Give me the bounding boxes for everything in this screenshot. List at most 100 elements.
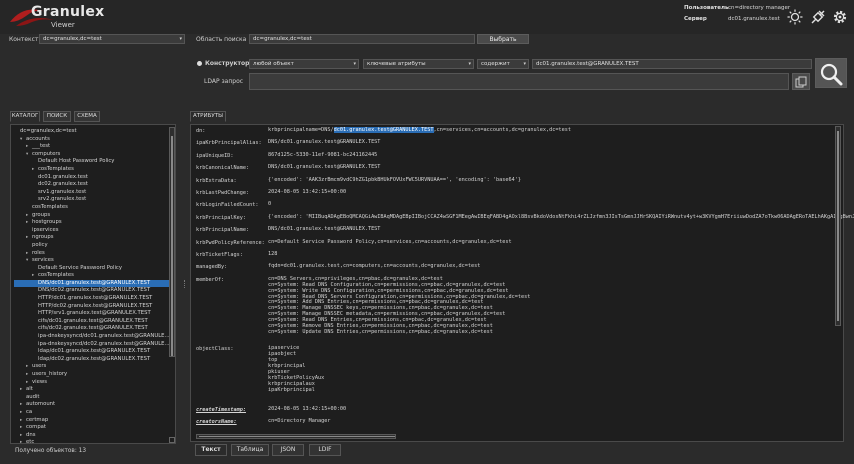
tree-item[interactable]: ▸ groups [14,212,170,220]
tab-text[interactable]: Текст [195,444,227,456]
attribute-value[interactable]: 2024-08-05 13:42:15+00:00 [268,406,346,413]
tree-item-label: HTTP/dc01.granulex.test@GRANULEX.TEST [38,295,153,302]
tree-item[interactable]: ▸ users [14,363,170,371]
attribute-value[interactable]: 0 [268,201,272,208]
tree-item[interactable]: ▸ hostgroups [14,219,170,227]
attribute-value[interactable]: ipaservice ipaobject top krbprincipal pkiuse… [268,345,324,393]
user-info: Пользовательcn=directory manager Сервер d… [684,3,794,25]
attribute-key: creatorsName: [196,419,237,426]
tree-item[interactable]: ▸ roles [14,250,170,258]
tree-item[interactable]: ▸ views [14,379,170,387]
tree-scrollbar-thumb[interactable] [171,136,173,356]
attribute-value[interactable]: cn=Directory Manager [268,418,330,425]
tree-item[interactable]: ▸ compat [14,424,170,432]
tab-catalog[interactable]: КАТАЛОГ [10,111,40,122]
tree-scroll-down[interactable] [169,437,175,443]
operator-select[interactable]: содержит ▾ [477,59,529,69]
tree-item[interactable]: ldap/dc01.granulex.test@GRANULEX.TEST [14,348,170,356]
tree-item[interactable]: cosTemplates [14,204,170,212]
attr-h-scrollbar[interactable] [196,434,396,439]
tab-ldif[interactable]: LDIF [309,444,341,456]
attributes-select[interactable]: ключевые атрибуты ▾ [363,59,474,69]
objects-count-status: Получено объектов: 13 [15,448,87,454]
tree-item[interactable]: ▾ accounts [14,136,170,144]
tree-item[interactable]: dc02.granulex.test [14,181,170,189]
tab-attributes[interactable]: АТРИБУТЫ [190,111,226,122]
query-value-input[interactable]: dc01.granulex.test@GRANULEX.TEST [532,59,812,69]
tree-item[interactable]: ▸ cosTemplates [14,272,170,280]
tree-item[interactable]: cifs/dc02.granulex.test@GRANULEX.TEST [14,325,170,333]
magnifier-icon [820,63,843,86]
attribute-value[interactable]: {'encoded': 'MIIBuqADAgEBoQMCAQGiAwIBAqM… [268,214,854,221]
tree-item[interactable]: ldap/dc02.granulex.test@GRANULEX.TEST [14,356,170,364]
attribute-value[interactable]: 2024-08-05 13:42:15+00:00 [268,189,346,196]
attr-scrollbar[interactable] [835,126,841,326]
attr-scrollbar-thumb[interactable] [837,131,839,321]
tree-item[interactable]: ▸ alt [14,386,170,394]
tree-item[interactable]: ▸ certmap [14,417,170,425]
tree-item[interactable]: audit [14,394,170,402]
tree-item[interactable]: ipa-dnskeysyncd/dc01.granulex.test@GRANU… [14,333,170,341]
tab-search[interactable]: ПОИСК [43,111,71,122]
tree-item[interactable]: HTTP/dc02.granulex.test@GRANULEX.TEST [14,303,170,311]
context-select[interactable]: dc=granulex,dc=test ▾ [39,34,185,44]
tab-schema[interactable]: СХЕМА [74,111,100,122]
tree-item[interactable]: dc01.granulex.test [14,174,170,182]
attribute-value[interactable]: {'encoded': 'AAK3zrBmcm9vdC9hZG1pbkBHUkF… [268,177,521,184]
tree-item[interactable]: ipa-dnskeysyncd/dc02.granulex.test@GRANU… [14,341,170,349]
copy-query-button[interactable] [792,73,810,90]
tree-item[interactable]: Default Host Password Policy [14,158,170,166]
tree-item-label: roles [32,249,45,256]
tree-item-label: ldap/dc02.granulex.test@GRANULEX.TEST [38,355,151,362]
attribute-value[interactable]: fqdn=dc01.granulex.test,cn=computers,cn=… [268,263,480,270]
ldap-query-input[interactable] [249,73,789,90]
attribute-value[interactable]: DNS/dc01.granulex.test@GRANULEX.TEST [268,139,380,146]
sun-icon[interactable] [787,9,803,25]
attr-h-scrollbar-thumb[interactable] [199,436,395,437]
tree-item[interactable]: ▾ services [14,257,170,265]
tree-scrollbar[interactable] [169,127,175,357]
tree-item[interactable]: DNS/dc01.granulex.test@GRANULEX.TEST [14,279,170,288]
tree-item[interactable]: srv1.granulex.test [14,189,170,197]
splitter-handle[interactable] [184,280,186,288]
choose-button[interactable]: Выбрать [477,34,529,44]
attribute-value[interactable]: 867d125c-5330-11ef-9081-bc241162445 [268,152,377,159]
attribute-value[interactable]: DNS/dc01.granulex.test@GRANULEX.TEST [268,164,380,171]
tab-table[interactable]: Таблица [231,444,269,456]
tree-item[interactable]: ▸ cosTemplates [14,166,170,174]
search-button[interactable] [815,58,847,88]
attribute-key: krbPwdPolicyReference: [196,239,265,246]
tree-item-label: Default Host Password Policy [38,158,115,165]
gear-icon[interactable] [832,9,848,25]
tree-item[interactable]: ▸ ngroups [14,234,170,242]
tab-json[interactable]: JSON [272,444,304,456]
plug-icon[interactable] [810,9,826,25]
tree-item[interactable]: HTTP/dc01.granulex.test@GRANULEX.TEST [14,295,170,303]
search-area-input[interactable]: dc=granulex,dc=test [249,34,475,44]
attribute-value[interactable]: cn=DNS Servers,cn=privileges,cn=pbac,dc=… [268,276,530,336]
object-type-select[interactable]: любой объект ▾ [249,59,359,69]
tree-item[interactable]: ▸ ca [14,409,170,417]
tree-item[interactable]: ▸ users_history [14,371,170,379]
tree-item[interactable]: ▸ automount [14,401,170,409]
tree-item[interactable]: dc=granulex,dc=test [14,128,170,136]
tree-item[interactable]: policy [14,242,170,250]
tree-item[interactable]: cifs/dc01.granulex.test@GRANULEX.TEST [14,318,170,326]
tree-item[interactable]: Default Service Password Policy [14,265,170,273]
attribute-value[interactable]: DNS/dc01.granulex.test@GRANULEX.TEST [268,226,380,233]
tree-item[interactable]: DNS/dc02.granulex.test@GRANULEX.TEST [14,287,170,295]
tree-item-label: automount [26,401,56,408]
tree-item[interactable]: ▸ dns [14,432,170,440]
constructor-radio[interactable] [197,61,202,66]
attribute-value[interactable]: krbprincipalname=DNS/dc01.granulex.test@… [268,127,571,134]
tree-item[interactable]: ▾ computers [14,151,170,159]
tree-item[interactable]: ipservices [14,227,170,235]
tree-item[interactable]: srv2.granulex.test [14,196,170,204]
tree-item[interactable]: ▸ ___test [14,143,170,151]
tree-item[interactable]: HTTP/srv1.granulex.test@GRANULEX.TEST [14,310,170,318]
tree-item[interactable]: ▸ etc [14,439,170,447]
attribute-value[interactable]: 128 [268,251,277,258]
directory-tree: dc=granulex,dc=test ▾ accounts ▸ ___test ▾ com… [10,124,176,447]
attribute-value[interactable]: cn=Default Service Password Policy,cn=se… [268,239,512,246]
attribute-value-line: 0 [268,201,272,208]
